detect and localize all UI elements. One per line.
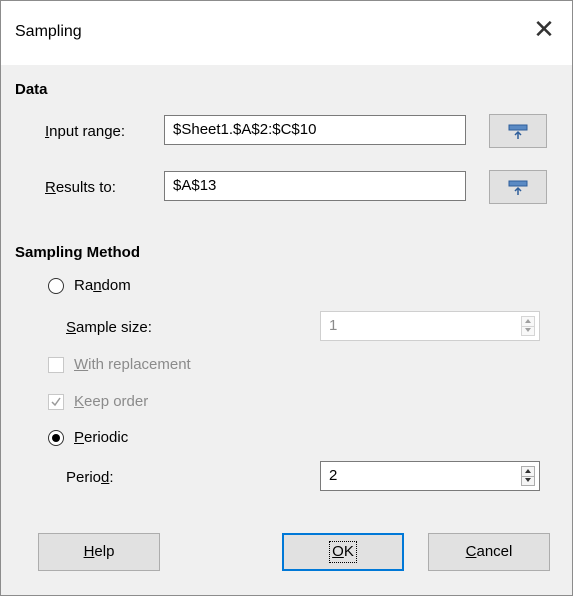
period-spin-buttons[interactable]	[521, 466, 535, 486]
close-icon[interactable]: ✕	[530, 15, 558, 43]
checkmark-icon	[51, 397, 61, 407]
spin-down-icon[interactable]	[522, 326, 534, 335]
sample-size-spin-buttons[interactable]	[521, 316, 535, 336]
sampling-dialog: Sampling ✕ Data Input range: $Sheet1.$A$…	[0, 0, 573, 596]
keep-order-checkbox[interactable]	[48, 394, 64, 410]
data-section-heading: Data	[15, 81, 48, 98]
shrink-icon	[508, 180, 528, 195]
sampling-method-heading: Sampling Method	[15, 244, 140, 261]
spin-down-icon[interactable]	[522, 476, 534, 485]
title-bar: Sampling ✕	[1, 1, 572, 65]
period-label: Period:	[66, 469, 114, 486]
results-to-field[interactable]: $A$13	[164, 171, 466, 201]
ok-focus-ring: OK	[329, 541, 357, 563]
cancel-button[interactable]: Cancel	[428, 533, 550, 571]
results-to-shrink-button[interactable]	[489, 170, 547, 204]
with-replacement-checkbox[interactable]	[48, 357, 64, 373]
input-range-shrink-button[interactable]	[489, 114, 547, 148]
with-replacement-label: With replacement	[74, 356, 191, 373]
input-range-label: Input range:	[45, 123, 126, 140]
ok-button[interactable]: OK	[282, 533, 404, 571]
random-radio[interactable]	[48, 278, 64, 294]
sample-size-value: 1	[329, 317, 338, 334]
input-range-field[interactable]: $Sheet1.$A$2:$C$10	[164, 115, 466, 145]
keep-order-label: Keep order	[74, 393, 149, 410]
help-button[interactable]: Help	[38, 533, 160, 571]
periodic-radio[interactable]	[48, 430, 64, 446]
periodic-label: Periodic	[74, 429, 129, 446]
sample-size-spinner[interactable]: 1	[320, 311, 540, 341]
random-label: Random	[74, 277, 131, 294]
results-to-label: Results to:	[45, 179, 116, 196]
period-value: 2	[329, 467, 338, 484]
period-spinner[interactable]: 2	[320, 461, 540, 491]
shrink-icon	[508, 124, 528, 139]
dialog-title: Sampling	[15, 23, 82, 40]
sample-size-label: Sample size:	[66, 319, 152, 336]
